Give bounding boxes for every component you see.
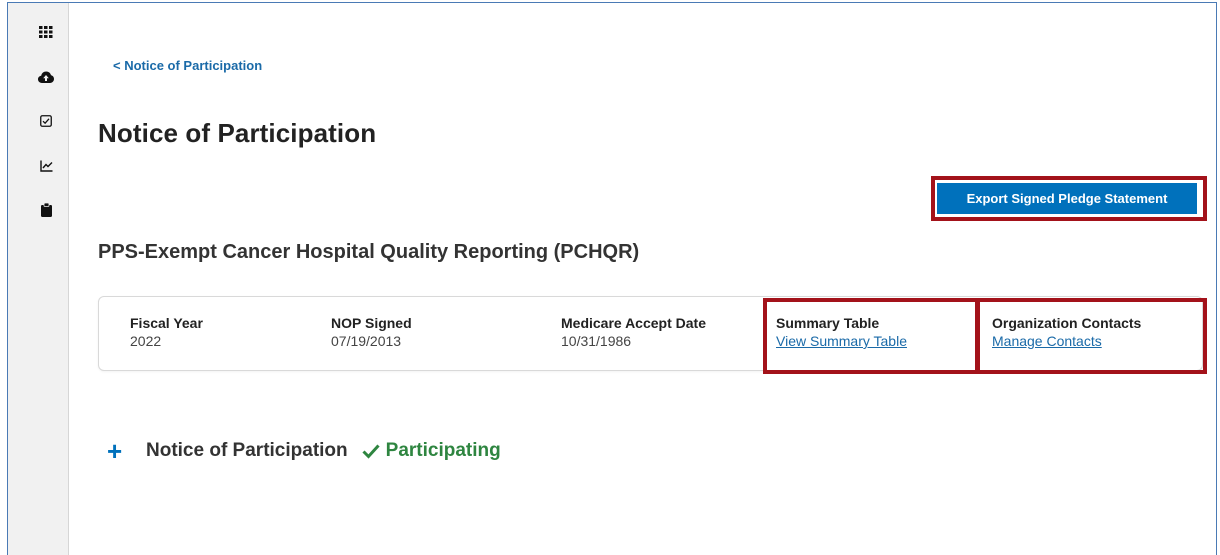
fiscal-year-value: 2022 [130,333,162,349]
medicare-accept-field: Medicare Accept Date 10/31/1986 [561,314,706,350]
summary-table-field: Summary Table View Summary Table [776,314,907,351]
medicare-accept-value: 10/31/1986 [561,333,632,349]
nop-signed-field: NOP Signed 07/19/2013 [331,314,412,350]
checkmark-icon [362,443,380,459]
chart-icon[interactable] [38,158,54,174]
cloud-upload-icon[interactable] [38,69,54,85]
page-title: Notice of Participation [98,118,377,148]
sidebar [8,3,69,555]
grid-icon[interactable] [38,24,54,40]
export-pledge-button[interactable]: Export Signed Pledge Statement [937,183,1197,214]
fiscal-year-field: Fiscal Year 2022 [130,314,203,350]
participation-status: Participating [385,440,501,461]
nop-signed-label: NOP Signed [331,315,412,331]
fiscal-year-label: Fiscal Year [130,315,203,331]
clipboard-icon[interactable] [38,202,54,218]
organization-contacts-field: Organization Contacts Manage Contacts [992,314,1141,351]
manage-contacts-link[interactable]: Manage Contacts [992,332,1102,350]
organization-contacts-label: Organization Contacts [992,315,1142,331]
view-summary-table-link[interactable]: View Summary Table [776,332,907,350]
summary-table-label: Summary Table [776,315,880,331]
window-frame [7,2,1217,555]
breadcrumb-back-link[interactable]: < Notice of Participation [113,58,262,73]
expand-nop-toggle[interactable]: + [107,438,127,464]
nop-section-label: Notice of Participation [146,440,348,461]
checkbox-icon[interactable] [38,113,54,129]
nop-section-header: + Notice of Participation Participating [107,438,501,464]
nop-signed-value: 07/19/2013 [331,333,402,349]
program-title: PPS-Exempt Cancer Hospital Quality Repor… [98,241,640,263]
medicare-accept-label: Medicare Accept Date [561,315,706,331]
